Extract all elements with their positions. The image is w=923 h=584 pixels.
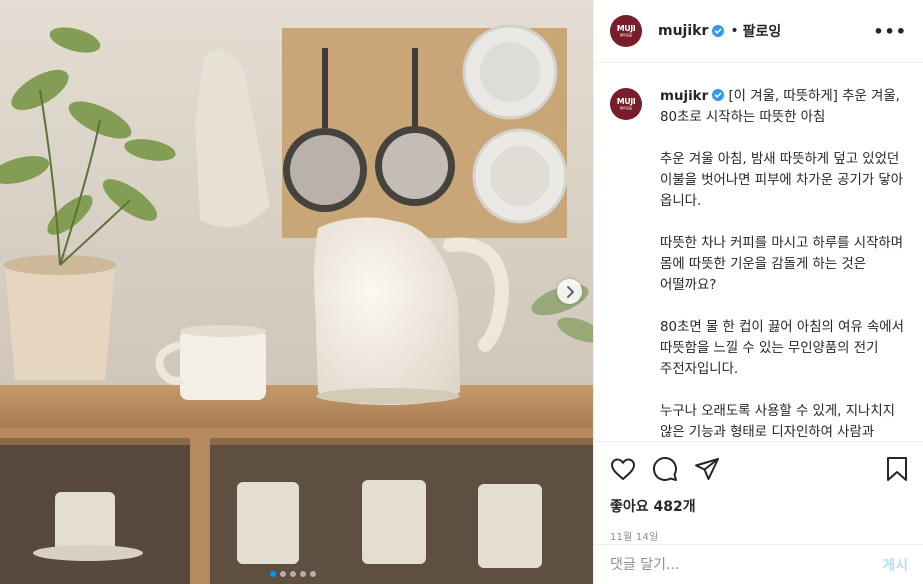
heart-icon — [611, 458, 635, 480]
avatar-logo-text: MUJI — [616, 97, 636, 106]
separator-dot: • — [730, 23, 739, 39]
post-comment-button[interactable]: 게시 — [882, 555, 908, 575]
save-button[interactable] — [886, 456, 908, 482]
avatar-logo-text: MUJI — [616, 24, 636, 33]
post-details-panel: MUJI 無印良品 mujikr • 팔로잉 ••• MUJI 無印良品 muj… — [593, 0, 923, 584]
carousel-dot — [290, 571, 296, 577]
carousel-dot — [280, 571, 286, 577]
more-options-icon[interactable]: ••• — [873, 22, 907, 41]
next-slide-button[interactable] — [557, 279, 582, 304]
avatar[interactable]: MUJI 無印良品 — [610, 88, 642, 120]
caption-body: [이 겨울, 따뜻하게] 추운 겨울, 80초로 시작하는 따뜻한 아침 추운 … — [660, 89, 904, 440]
post-media[interactable] — [0, 0, 593, 584]
caption-username[interactable]: mujikr — [660, 89, 708, 104]
chevron-right-icon — [566, 285, 574, 298]
carousel-dot — [270, 571, 276, 577]
carousel-indicator — [270, 571, 316, 577]
comment-input[interactable] — [610, 556, 883, 573]
verified-badge-icon — [712, 89, 725, 101]
avatar-logo-subtext: 無印良品 — [619, 106, 632, 110]
comment-form: 게시 — [594, 544, 923, 584]
caption-text: mujikr [이 겨울, 따뜻하게] 추운 겨울, 80초로 시작하는 따뜻한… — [660, 86, 908, 441]
post-actions: 좋아요 482개 11월 14일 — [594, 441, 923, 543]
post-header: MUJI 無印良品 mujikr • 팔로잉 ••• — [594, 0, 923, 63]
carousel-dot — [310, 571, 316, 577]
share-button[interactable] — [694, 457, 720, 481]
post-date[interactable]: 11월 14일 — [610, 528, 908, 543]
carousel-dot — [300, 571, 306, 577]
avatar[interactable]: MUJI 無印良品 — [610, 15, 642, 47]
like-count[interactable]: 좋아요 482개 — [610, 496, 908, 516]
comment-icon — [653, 457, 677, 481]
share-icon — [695, 458, 719, 480]
comment-button[interactable] — [652, 456, 678, 482]
like-button[interactable] — [610, 457, 636, 481]
username-link[interactable]: mujikr — [658, 23, 708, 39]
post-photo — [0, 0, 593, 584]
verified-badge-icon — [712, 25, 725, 37]
following-button[interactable]: 팔로잉 — [743, 21, 782, 41]
caption-section: MUJI 無印良品 mujikr [이 겨울, 따뜻하게] 추운 겨울, 80초… — [594, 64, 923, 441]
avatar-logo-subtext: 無印良品 — [619, 33, 632, 37]
bookmark-icon — [887, 457, 907, 481]
